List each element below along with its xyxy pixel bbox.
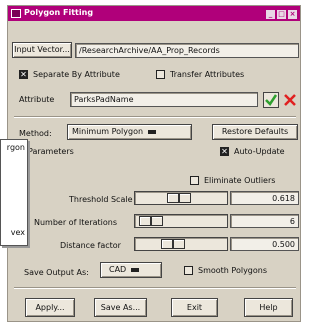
dropdown-arrow-icon [131,267,140,272]
separator [14,116,296,118]
eliminate-outliers-label: Eliminate Outliers [204,176,276,185]
smooth-polygons-label: Smooth Polygons [198,266,268,275]
restore-defaults-button[interactable]: Restore Defaults [212,124,298,140]
save-format-dropdown[interactable]: CAD [100,262,162,278]
iterations-value[interactable]: 6 [230,214,299,228]
separator [14,287,296,289]
method-label: Method: [19,129,52,138]
input-vector-button[interactable]: Input Vector... [12,42,72,58]
slider-thumb[interactable] [167,193,191,203]
save-as-button[interactable]: Save As... [94,298,147,317]
popup-item[interactable]: vex [11,228,25,237]
save-output-label: Save Output As: [24,268,89,277]
auto-update-label: Auto-Update [234,147,285,156]
distance-factor-label: Distance factor [60,241,121,250]
slider-thumb[interactable] [161,239,185,249]
input-path-field[interactable]: /ResearchArchive/AA_Prop_Records [75,43,299,58]
dropdown-arrow-icon [148,129,157,134]
attribute-field[interactable]: ParksPadName [70,92,258,107]
maximize-button[interactable]: □ [277,10,286,19]
popup-item[interactable]: rgon [7,143,25,152]
save-format-value: CAD [109,265,127,274]
method-dropdown[interactable]: Minimum Polygon [67,124,192,140]
iterations-label: Number of Iterations [34,218,118,227]
threshold-scale-value[interactable]: 0.618 [230,191,299,205]
slider-thumb[interactable] [139,216,163,226]
title-bar[interactable]: Polygon Fitting _ □ × [8,6,300,21]
window-menu-icon[interactable] [11,9,21,18]
polygon-fitting-window: Polygon Fitting _ □ × Input Vector... /Res… [7,5,301,322]
distance-factor-slider[interactable] [134,237,228,251]
minimize-button[interactable]: _ [266,10,275,19]
separate-by-attribute-checkbox[interactable]: ✕ [19,70,28,79]
exit-button[interactable]: Exit [171,298,218,317]
smooth-polygons-checkbox[interactable] [184,266,193,275]
eliminate-outliers-checkbox[interactable] [190,176,199,185]
threshold-scale-label: Threshold Scale [69,195,133,204]
close-button[interactable]: × [288,10,297,19]
apply-button[interactable]: Apply... [25,298,75,317]
distance-factor-value[interactable]: 0.500 [230,237,299,251]
separate-by-attribute-label: Separate By Attribute [33,70,120,79]
parameters-label: Parameters [28,147,74,156]
delete-icon[interactable] [282,92,298,108]
title-buttons: _ □ × [264,9,297,19]
auto-update-checkbox[interactable]: ✕ [220,147,229,156]
transfer-attributes-checkbox[interactable] [156,70,165,79]
transfer-attributes-label: Transfer Attributes [170,70,245,79]
method-value: Minimum Polygon [72,127,144,136]
help-button[interactable]: Help [244,298,293,317]
iterations-slider[interactable] [134,214,228,228]
check-icon[interactable] [263,92,279,108]
method-popup-menu: rgon vex [0,139,28,246]
attribute-label: Attribute [19,95,55,104]
window-title: Polygon Fitting [24,8,94,17]
threshold-scale-slider[interactable] [134,191,228,205]
